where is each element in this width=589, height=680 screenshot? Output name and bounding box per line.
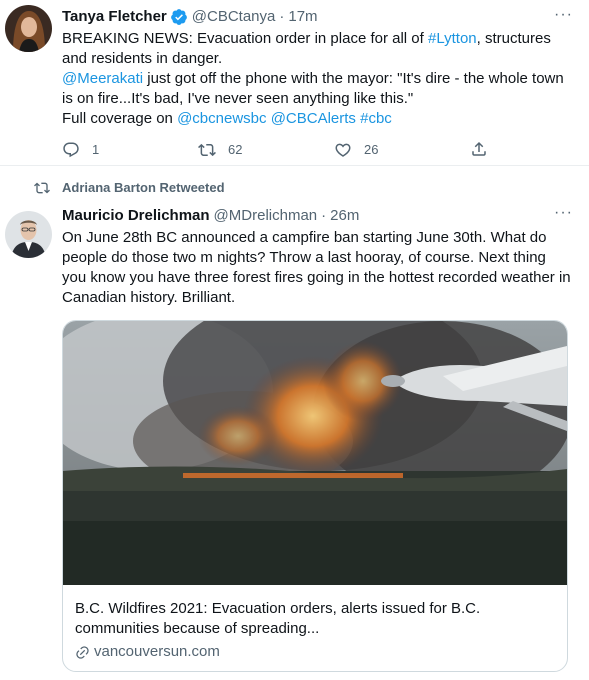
more-icon[interactable]: ··· bbox=[554, 205, 573, 221]
more-icon[interactable]: ··· bbox=[554, 7, 573, 23]
reply-count: 1 bbox=[92, 142, 100, 157]
card-domain[interactable]: vancouversun.com bbox=[94, 642, 220, 662]
retweeted-by[interactable]: Adriana Barton Retweeted bbox=[62, 178, 225, 198]
link-card[interactable]: B.C. Wildfires 2021: Evacuation orders, … bbox=[62, 320, 568, 672]
text-segment: BREAKING NEWS: Evacuation order in place… bbox=[62, 30, 428, 47]
avatar[interactable] bbox=[5, 5, 52, 52]
mention-link[interactable]: @Meerakati bbox=[62, 70, 143, 87]
retweet-button[interactable]: 62 bbox=[198, 140, 242, 160]
author-handle[interactable]: @CBCtanya bbox=[192, 7, 276, 27]
author-name[interactable]: Mauricio Drelichman bbox=[62, 206, 210, 226]
reply-icon bbox=[63, 142, 79, 158]
mention-link[interactable]: @CBCAlerts bbox=[271, 110, 356, 127]
tweet-text: BREAKING NEWS: Evacuation order in place… bbox=[62, 29, 573, 129]
separator-dot: · bbox=[321, 207, 327, 224]
hashtag-link[interactable]: #Lytton bbox=[428, 30, 477, 47]
avatar[interactable] bbox=[5, 211, 52, 258]
share-icon bbox=[472, 141, 486, 156]
separator-dot: · bbox=[279, 8, 285, 25]
tweet-mauricio[interactable]: Adriana Barton Retweeted Mauricio Drelic… bbox=[0, 166, 589, 672]
mention-link[interactable]: @cbcnewsbc bbox=[177, 110, 266, 127]
author-name[interactable]: Tanya Fletcher bbox=[62, 7, 167, 27]
verified-badge-icon bbox=[170, 8, 188, 26]
share-button[interactable] bbox=[470, 140, 500, 158]
wildfire-image[interactable] bbox=[63, 321, 567, 585]
retweet-count: 62 bbox=[228, 142, 243, 157]
tweet-text: On June 28th BC announced a campfire ban… bbox=[62, 229, 571, 306]
reply-button[interactable]: 1 bbox=[62, 140, 99, 160]
timestamp[interactable]: 26m bbox=[330, 206, 359, 226]
like-count: 26 bbox=[364, 142, 379, 157]
author-handle[interactable]: @MDrelichman bbox=[214, 206, 318, 226]
like-icon bbox=[335, 143, 351, 157]
card-title[interactable]: B.C. Wildfires 2021: Evacuation orders, … bbox=[75, 599, 555, 639]
tweet-actions: 1 62 26 bbox=[62, 140, 502, 160]
retweet-icon bbox=[34, 182, 50, 194]
link-icon bbox=[76, 645, 89, 659]
tweet-tanya[interactable]: Tanya Fletcher @CBCtanya · 17m ··· BREAK… bbox=[0, 0, 589, 166]
retweet-icon bbox=[198, 143, 216, 157]
retweet-context: Adriana Barton Retweeted bbox=[34, 178, 573, 198]
like-button[interactable]: 26 bbox=[334, 140, 378, 160]
text-segment: Full coverage on bbox=[62, 110, 178, 127]
timestamp[interactable]: 17m bbox=[288, 7, 317, 27]
hashtag-link[interactable]: #cbc bbox=[360, 110, 392, 127]
